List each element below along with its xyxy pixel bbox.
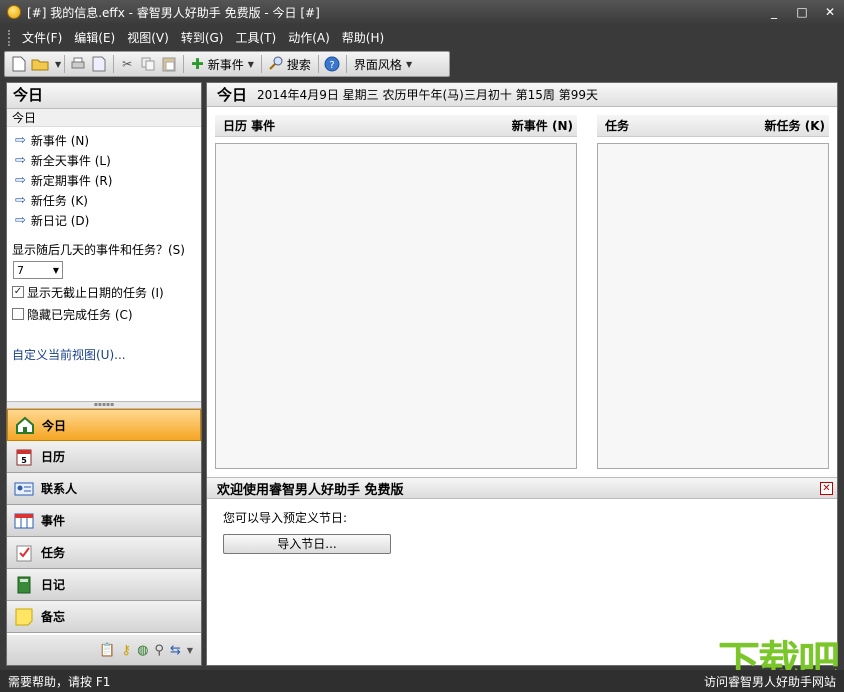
menu-edit[interactable]: 编辑(E) (68, 27, 121, 49)
status-help-text: 需要帮助，请按 F1 (8, 674, 111, 689)
open-folder-icon[interactable] (30, 54, 50, 74)
new-event-link[interactable]: 新事件 (N) (512, 117, 573, 134)
days-label: 显示随后几天的事件和任务？(S) (12, 243, 185, 257)
nav-shortcuts-bar: 📋 ⚷ ◍ ⚲ ⇆ ▼ (7, 635, 201, 665)
key-icon[interactable]: ⚷ (122, 643, 132, 658)
visit-website-link[interactable]: 访问睿智男人好助手网站 (704, 673, 836, 690)
main-panel: 今日 2014年4月9日 星期三 农历甲午年(马)三月初十 第15周 第99天 … (206, 82, 838, 666)
arrow-right-icon: ⇨ (15, 173, 26, 188)
hide-done-checkbox[interactable] (12, 308, 24, 320)
diary-book-icon (13, 574, 35, 596)
close-button[interactable]: ✕ (816, 0, 844, 24)
panel-splitter[interactable]: ▪▪▪▪▪ (7, 401, 201, 409)
link-new-task[interactable]: ⇨ 新任务 (K) (15, 191, 201, 211)
show-no-due-row[interactable]: ✓ 显示无截止日期的任务 (I) (7, 281, 201, 303)
search-button[interactable]: 搜索 (265, 53, 315, 75)
task-column-header: 任务 新任务 (K) (597, 115, 829, 137)
import-holidays-button[interactable]: 导入节日... (223, 534, 391, 554)
title-bar: [#] 我的信息.effx - 睿智男人好助手 免费版 - 今日 [#] _ □… (0, 0, 844, 24)
window-title: [#] 我的信息.effx - 睿智男人好助手 免费版 - 今日 [#] (27, 5, 320, 20)
left-panel: 今日 今日 ⇨ 新事件 (N) ⇨ 新全天事件 (L) ⇨ 新定期事件 (R) ⇨ 新任… (6, 82, 202, 666)
menu-action[interactable]: 动作(A) (282, 27, 336, 49)
new-task-link[interactable]: 新任务 (K) (765, 117, 825, 134)
open-dropdown-icon[interactable]: ▼ (55, 60, 61, 69)
link-new-allday-event[interactable]: ⇨ 新全天事件 (L) (15, 151, 201, 171)
menu-goto[interactable]: 转到(G) (175, 27, 230, 49)
plus-icon: ✚ (191, 55, 204, 73)
menu-view[interactable]: 视图(V) (121, 27, 175, 49)
link-new-diary[interactable]: ⇨ 新日记 (D) (15, 211, 201, 231)
left-panel-header: 今日 (7, 83, 201, 109)
calendar-events-list[interactable] (215, 143, 577, 469)
task-list[interactable] (597, 143, 829, 469)
task-check-icon (13, 542, 35, 564)
nav-item-diary[interactable]: 日记 (7, 569, 201, 601)
print-preview-icon[interactable] (89, 54, 109, 74)
import-hint: 您可以导入预定义节日: (223, 511, 348, 525)
nav-pane: 今日 5 日历 联系人 事件 任务 日记 备忘 📋 ⚷ ◍ ⚲ ⇆ ▼ (7, 409, 201, 665)
link-new-recurring-event[interactable]: ⇨ 新定期事件 (R) (15, 171, 201, 191)
contact-card-icon (13, 478, 35, 500)
sticky-note-icon (13, 606, 35, 628)
close-icon[interactable]: ✕ (820, 481, 833, 495)
menu-help[interactable]: 帮助(H) (336, 27, 390, 49)
arrow-right-icon: ⇨ (15, 153, 26, 168)
minimize-button[interactable]: _ (760, 0, 788, 24)
theme-button[interactable]: 界面风格 ▼ (350, 53, 416, 75)
page-title: 今日 (217, 86, 248, 104)
calendar-icon: 5 (13, 446, 35, 468)
menu-file[interactable]: 文件(F) (16, 27, 68, 49)
help-icon[interactable]: ? (322, 54, 342, 74)
app-icon[interactable] (7, 5, 21, 19)
nav-item-today[interactable]: 今日 (7, 409, 201, 441)
home-icon (14, 414, 36, 436)
main-header: 今日 2014年4月9日 星期三 农历甲午年(马)三月初十 第15周 第99天 (207, 83, 837, 107)
event-icon (13, 510, 35, 532)
new-file-icon[interactable] (9, 54, 29, 74)
svg-text:?: ? (329, 60, 334, 71)
task-links: ⇨ 新事件 (N) ⇨ 新全天事件 (L) ⇨ 新定期事件 (R) ⇨ 新任务 (K) … (7, 127, 201, 231)
chevron-down-icon: ▼ (52, 265, 59, 275)
calendar-column-header: 日历 事件 新事件 (N) (215, 115, 577, 137)
menu-grip[interactable] (8, 30, 12, 46)
clipboard-icon[interactable]: 📋 (99, 643, 115, 658)
link-new-event[interactable]: ⇨ 新事件 (N) (15, 131, 201, 151)
maximize-button[interactable]: □ (788, 0, 816, 24)
days-select[interactable]: 7 ▼ (13, 261, 63, 279)
nav-item-contacts[interactable]: 联系人 (7, 473, 201, 505)
date-info: 2014年4月9日 星期三 农历甲午年(马)三月初十 第15周 第99天 (257, 88, 598, 102)
cut-icon[interactable]: ✂ (117, 54, 137, 74)
search-icon (269, 56, 283, 73)
paste-icon[interactable] (159, 54, 179, 74)
status-bar: 需要帮助，请按 F1 访问睿智男人好助手网站 (0, 670, 844, 692)
hide-done-row[interactable]: 隐藏已完成任务 (C) (7, 303, 201, 325)
nav-item-tasks[interactable]: 任务 (7, 537, 201, 569)
arrow-right-icon: ⇨ (15, 213, 26, 228)
menu-tools[interactable]: 工具(T) (229, 27, 282, 49)
arrow-right-icon: ⇨ (15, 133, 26, 148)
menu-bar: 文件(F) 编辑(E) 视图(V) 转到(G) 工具(T) 动作(A) 帮助(H… (0, 26, 844, 50)
chevron-down-icon: ▼ (405, 59, 413, 69)
sync-icon[interactable]: ⇆ (170, 643, 181, 658)
show-no-due-checkbox[interactable]: ✓ (12, 286, 24, 298)
arrow-right-icon: ⇨ (15, 193, 26, 208)
nav-item-events[interactable]: 事件 (7, 505, 201, 537)
toolbar: ▼ ✂ ✚ 新事件 ▼ 搜索 ? 界面风格 ▼ (4, 51, 450, 77)
today-section-label: 今日 (7, 109, 201, 127)
globe-icon[interactable]: ◍ (137, 643, 148, 658)
print-icon[interactable] (68, 54, 88, 74)
chevron-down-icon[interactable]: ▼ (187, 646, 193, 655)
svg-text:5: 5 (21, 456, 27, 465)
customize-view-link[interactable]: 自定义当前视图(U)... (12, 346, 126, 363)
nav-item-calendar[interactable]: 5 日历 (7, 441, 201, 473)
chevron-down-icon: ▼ (247, 59, 254, 69)
new-event-button[interactable]: ✚ 新事件 ▼ (187, 53, 258, 75)
nav-item-memo[interactable]: 备忘 (7, 601, 201, 633)
welcome-header: 欢迎使用睿智男人好助手 免费版 ✕ (207, 477, 837, 499)
copy-icon[interactable] (138, 54, 158, 74)
search-icon[interactable]: ⚲ (154, 643, 164, 658)
